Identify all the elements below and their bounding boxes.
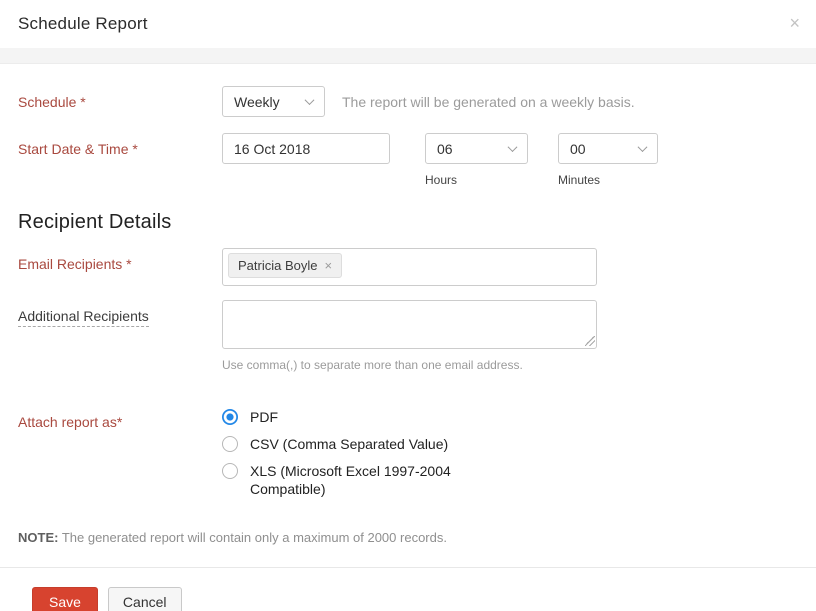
- schedule-row: Schedule * Weekly The report will be gen…: [18, 86, 798, 117]
- radio-unselected-icon[interactable]: [222, 463, 238, 479]
- additional-recipients-label: Additional Recipients: [18, 300, 222, 324]
- schedule-report-form: Schedule * Weekly The report will be gen…: [0, 64, 816, 545]
- attach-report-label: Attach report as*: [18, 406, 222, 430]
- close-icon[interactable]: ×: [789, 14, 800, 32]
- start-date-input[interactable]: [222, 133, 390, 164]
- additional-recipients-help: Use comma(,) to separate more than one e…: [222, 358, 597, 372]
- additional-recipients-textarea[interactable]: [222, 300, 597, 349]
- minutes-select[interactable]: 00: [558, 133, 658, 164]
- minutes-select-value: 00: [570, 141, 586, 157]
- save-button[interactable]: Save: [32, 587, 98, 611]
- dialog-header: Schedule Report ×: [0, 0, 816, 48]
- additional-recipients-row: Additional Recipients Use comma(,) to se…: [18, 300, 798, 372]
- note-prefix: NOTE:: [18, 530, 58, 545]
- attach-report-row: Attach report as* PDF CSV (Comma Separat…: [18, 406, 798, 507]
- hours-caption: Hours: [425, 173, 528, 187]
- header-divider-band: [0, 48, 816, 64]
- radio-option-csv[interactable]: CSV (Comma Separated Value): [222, 435, 522, 453]
- hours-select-value: 06: [437, 141, 453, 157]
- recipient-chip-name: Patricia Boyle: [238, 258, 317, 273]
- hours-column: 06 Hours: [425, 133, 528, 187]
- chevron-down-icon: [305, 95, 315, 105]
- schedule-select-value: Weekly: [234, 94, 280, 110]
- hours-select[interactable]: 06: [425, 133, 528, 164]
- radio-option-pdf[interactable]: PDF: [222, 408, 522, 426]
- attach-format-radio-group: PDF CSV (Comma Separated Value) XLS (Mic…: [222, 406, 522, 507]
- email-recipients-row: Email Recipients * Patricia Boyle ×: [18, 248, 798, 286]
- textarea-wrapper: [222, 300, 597, 349]
- chevron-down-icon: [508, 142, 518, 152]
- radio-option-label: CSV (Comma Separated Value): [250, 435, 448, 453]
- schedule-help-text: The report will be generated on a weekly…: [342, 86, 635, 110]
- radio-option-xls[interactable]: XLS (Microsoft Excel 1997-2004 Compatibl…: [222, 462, 522, 498]
- start-datetime-row: Start Date & Time * 06 Hours 00 Minutes: [18, 133, 798, 187]
- start-datetime-label: Start Date & Time *: [18, 133, 222, 157]
- dialog-footer: Save Cancel: [0, 568, 816, 611]
- radio-option-label: PDF: [250, 408, 278, 426]
- cancel-button[interactable]: Cancel: [108, 587, 182, 611]
- schedule-label: Schedule *: [18, 86, 222, 110]
- recipient-chip: Patricia Boyle ×: [228, 253, 342, 278]
- page-title: Schedule Report: [18, 14, 148, 34]
- minutes-column: 00 Minutes: [558, 133, 658, 187]
- radio-option-label: XLS (Microsoft Excel 1997-2004 Compatibl…: [250, 462, 522, 498]
- recipient-details-heading: Recipient Details: [18, 211, 798, 234]
- chevron-down-icon: [638, 142, 648, 152]
- email-recipients-input[interactable]: Patricia Boyle ×: [222, 248, 597, 286]
- note-line: NOTE: The generated report will contain …: [18, 530, 798, 545]
- radio-unselected-icon[interactable]: [222, 436, 238, 452]
- additional-recipients-label-text: Additional Recipients: [18, 308, 149, 327]
- email-recipients-label: Email Recipients *: [18, 248, 222, 272]
- radio-selected-icon[interactable]: [222, 409, 238, 425]
- note-text: The generated report will contain only a…: [58, 530, 447, 545]
- minutes-caption: Minutes: [558, 173, 658, 187]
- chip-remove-icon[interactable]: ×: [324, 258, 332, 273]
- additional-recipients-field: Use comma(,) to separate more than one e…: [222, 300, 597, 372]
- schedule-select[interactable]: Weekly: [222, 86, 325, 117]
